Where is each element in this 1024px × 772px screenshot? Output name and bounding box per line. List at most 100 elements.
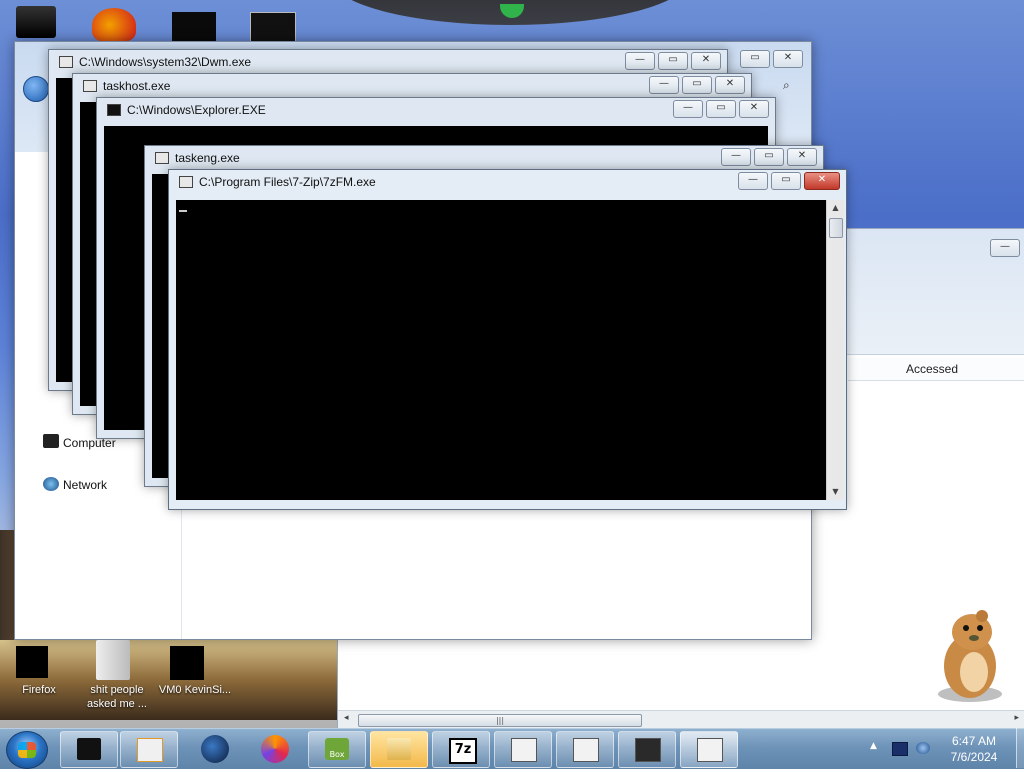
scroll-left-icon[interactable]: ◂ <box>344 713 349 723</box>
console-cursor <box>179 210 187 212</box>
scroll-up-icon[interactable]: ▲ <box>827 200 844 216</box>
window-buttons: — ▭ ✕ <box>738 172 840 190</box>
minimize-button[interactable]: — <box>649 76 679 94</box>
console-window-icon <box>83 80 97 92</box>
show-desktop-button[interactable] <box>1016 728 1024 768</box>
window-buttons: — ▭ ✕ <box>721 148 817 166</box>
window-title: taskhost.exe <box>103 79 171 93</box>
title-bar[interactable]: taskhost.exe — ▭ ✕ <box>73 74 751 98</box>
firefox-icon[interactable] <box>16 646 48 678</box>
maximize-button[interactable]: ▭ <box>740 50 770 68</box>
window-app-icon <box>697 738 723 762</box>
minimize-button[interactable]: — <box>673 100 703 118</box>
explorer-window-buttons: ▭ ✕ <box>740 50 803 68</box>
desktop: — Accessed ◂ ||| ▸ ▭ ✕ ⌕ Computer Networ… <box>0 0 1024 768</box>
horizontal-scroll-thumb[interactable]: ||| <box>358 714 642 727</box>
desktop-icon-label: Firefox <box>22 684 56 696</box>
minimize-button[interactable]: — <box>625 52 655 70</box>
horizontal-scrollbar[interactable]: ◂ ||| ▸ <box>338 710 1024 729</box>
taskbar-button-box[interactable]: Box <box>308 731 366 768</box>
title-bar[interactable]: C:\Program Files\7-Zip\7zFM.exe — ▭ ✕ <box>169 170 846 194</box>
title-bar[interactable]: taskeng.exe — ▭ ✕ <box>145 146 823 170</box>
taskbar-button-window-4[interactable] <box>680 731 738 768</box>
taskbar-button-window-2[interactable] <box>556 731 614 768</box>
close-button[interactable]: ✕ <box>739 100 769 118</box>
scroll-right-icon[interactable]: ▸ <box>1014 713 1019 723</box>
minimize-button[interactable]: — <box>738 172 768 190</box>
search-icon[interactable]: ⌕ <box>783 78 803 96</box>
window-buttons: — ▭ ✕ <box>649 76 745 94</box>
title-bar[interactable]: C:\Windows\system32\Dwm.exe — ▭ ✕ <box>49 50 727 74</box>
window-app-icon <box>573 738 599 762</box>
column-header-label: Accessed <box>906 362 959 376</box>
vertical-scroll-thumb[interactable] <box>829 218 843 238</box>
console-area[interactable] <box>176 200 826 500</box>
recycle-bin-icon[interactable] <box>16 6 56 38</box>
taskbar: Box 7z ▲ <box>0 728 1024 769</box>
desktop-icon-label: VM0 KevinSi... <box>158 684 232 696</box>
scroll-down-icon[interactable]: ▼ <box>827 484 844 500</box>
bird-app-icon[interactable] <box>92 8 136 42</box>
window-app-icon <box>511 738 537 762</box>
computer-icon <box>43 434 59 448</box>
minimize-button[interactable]: — <box>721 148 751 166</box>
console-window-icon <box>635 738 661 762</box>
taskbar-button-console[interactable] <box>60 731 118 768</box>
console-app-icon <box>77 738 101 760</box>
maximize-button[interactable]: ▭ <box>771 172 801 190</box>
taskbar-button-window-1[interactable] <box>494 731 552 768</box>
close-button[interactable]: ✕ <box>787 148 817 166</box>
title-bar[interactable]: C:\Windows\Explorer.EXE — ▭ ✕ <box>97 98 775 122</box>
start-button[interactable] <box>6 731 48 769</box>
tray-expand-icon[interactable]: ▲ <box>870 741 878 751</box>
maximize-button[interactable]: ▭ <box>754 148 784 166</box>
minimize-button[interactable]: — <box>990 239 1020 257</box>
console-window-icon <box>107 104 121 116</box>
media-player-icon <box>137 738 163 762</box>
firefox-icon <box>261 735 289 763</box>
window-title: taskeng.exe <box>175 151 240 165</box>
window-title: C:\Program Files\7-Zip\7zFM.exe <box>199 175 376 189</box>
column-header-accessed[interactable]: Accessed <box>848 358 1024 381</box>
box-app-icon: Box <box>325 738 349 760</box>
maximize-button[interactable]: ▭ <box>706 100 736 118</box>
close-button[interactable]: ✕ <box>715 76 745 94</box>
network-icon <box>43 477 59 491</box>
maximize-button[interactable]: ▭ <box>682 76 712 94</box>
folder-icon <box>387 738 411 760</box>
console-window-7zfm[interactable]: C:\Program Files\7-Zip\7zFM.exe — ▭ ✕ ▲ … <box>168 169 847 510</box>
window-buttons: — ▭ ✕ <box>625 52 721 70</box>
display-tray-icon[interactable] <box>892 742 908 756</box>
back-arrow-icon[interactable] <box>23 76 49 102</box>
window-buttons: — ▭ ✕ <box>673 100 769 118</box>
maximize-button[interactable]: ▭ <box>658 52 688 70</box>
console-window-icon <box>59 56 73 68</box>
close-button[interactable]: ✕ <box>773 50 803 68</box>
clock-date: 7/6/2024 <box>950 750 998 764</box>
sevenzip-icon: 7z <box>449 738 477 764</box>
console-app-icon[interactable] <box>250 12 296 44</box>
desktop-icon-label: shit people asked me ... <box>87 684 147 710</box>
console-window-icon <box>179 176 193 188</box>
taskbar-clock[interactable]: 6:47 AM 7/6/2024 <box>944 733 1004 765</box>
taskbar-button-firefox[interactable] <box>244 731 302 768</box>
taskbar-button-media[interactable] <box>120 731 178 768</box>
document-icon[interactable] <box>96 640 130 680</box>
vertical-scrollbar[interactable]: ▲ ▼ <box>826 200 844 500</box>
window-title: C:\Windows\Explorer.EXE <box>127 103 266 117</box>
taskbar-button-window-3[interactable] <box>618 731 676 768</box>
vm-icon[interactable] <box>170 646 204 680</box>
taskbar-button-explorer[interactable] <box>370 731 428 768</box>
clock-time: 6:47 AM <box>951 734 997 748</box>
console-window-icon <box>155 152 169 164</box>
taskbar-button-7zip[interactable]: 7z <box>432 731 490 768</box>
nav-item-network[interactable]: Network <box>63 478 107 492</box>
close-button[interactable]: ✕ <box>691 52 721 70</box>
globe-icon <box>201 735 229 763</box>
black-app-icon[interactable] <box>172 12 216 42</box>
close-button[interactable]: ✕ <box>804 172 840 190</box>
network-tray-icon[interactable] <box>916 742 930 754</box>
window-title: C:\Windows\system32\Dwm.exe <box>79 55 252 69</box>
taskbar-button-globe[interactable] <box>184 731 242 768</box>
hamster-mascot-image <box>938 610 1002 702</box>
